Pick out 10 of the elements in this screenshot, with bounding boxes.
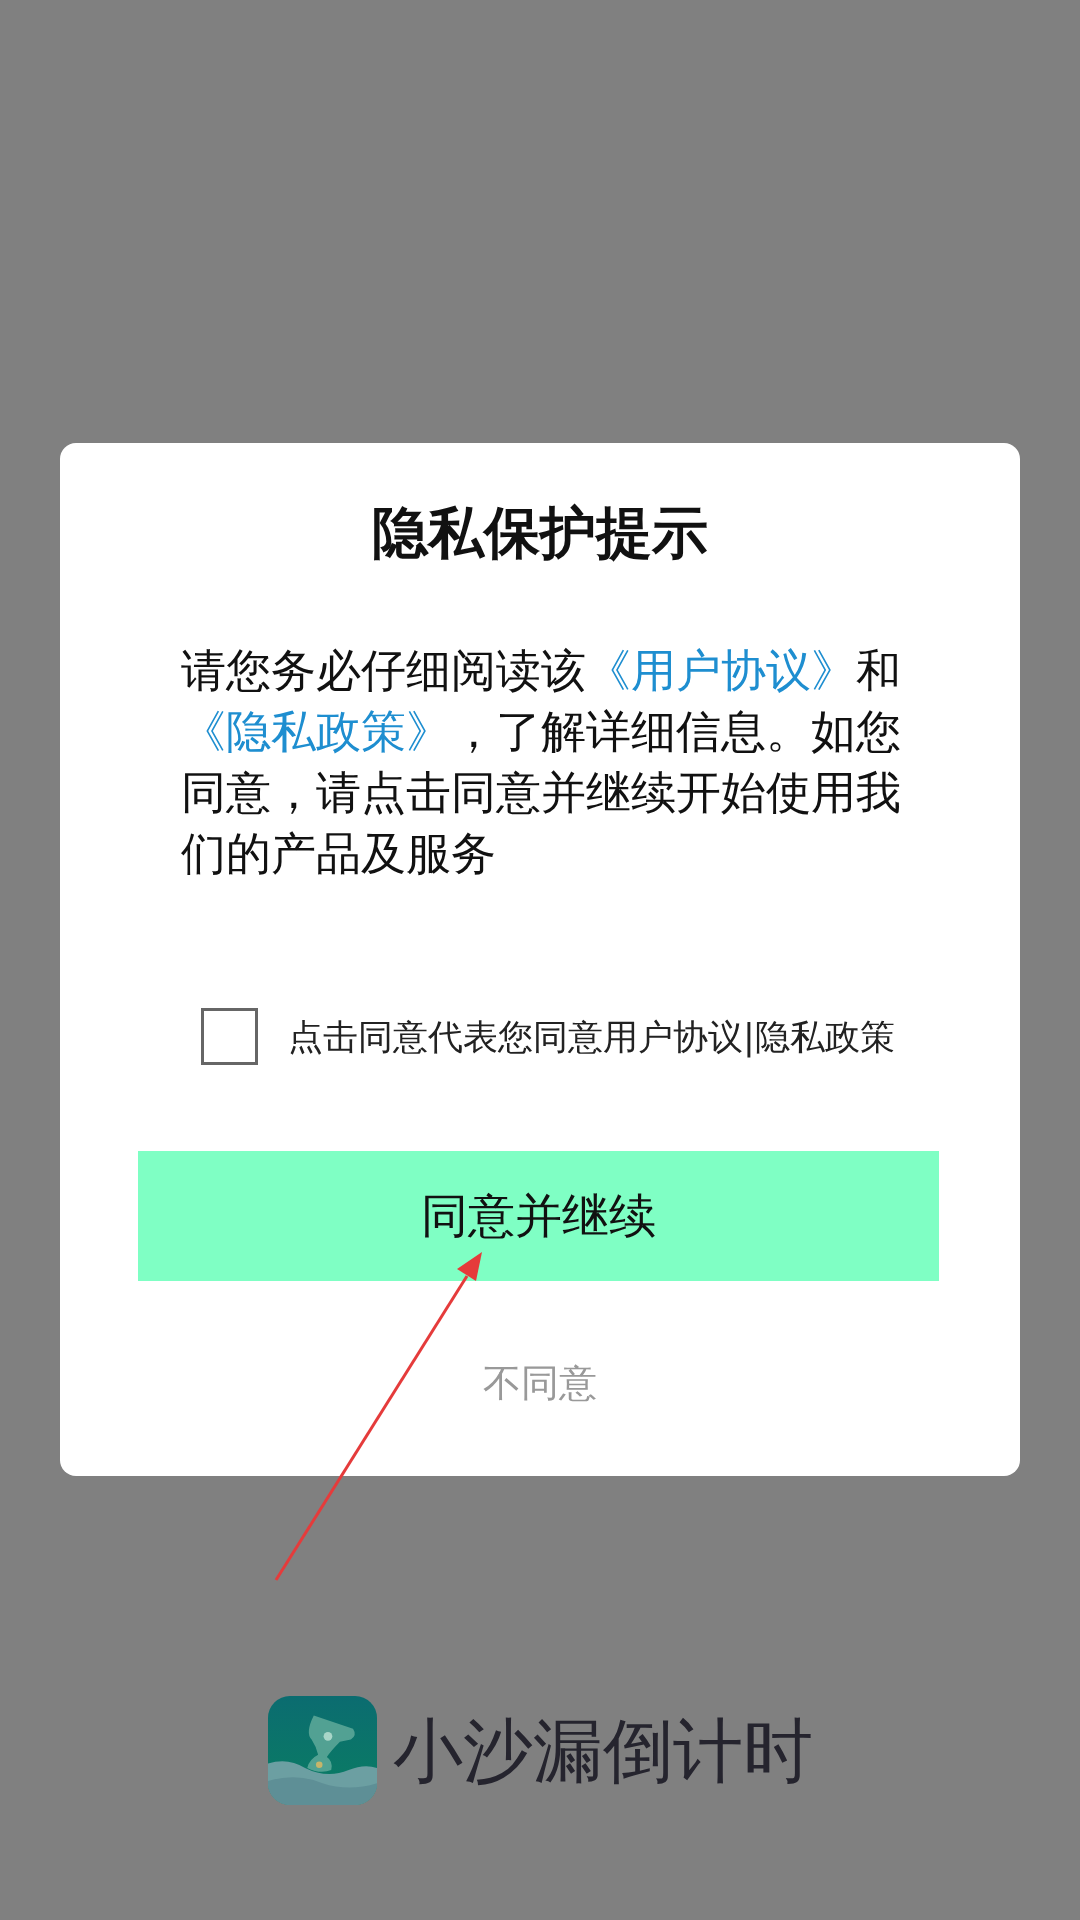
app-logo-icon: [267, 1696, 377, 1805]
privacy-notice-text: 请您务必仔细阅读该《用户协议》和 《隐私政策》，了解详细信息。如您同意，请点击同意并继续开始使用我们的产品及服务: [181, 643, 902, 882]
consent-label: 点击同意代表您同意用户协议|隐私政策: [288, 1015, 895, 1060]
app-name: 小沙漏倒计时: [392, 1708, 813, 1793]
disagree-button[interactable]: 不同意: [483, 1360, 597, 1406]
policy-link[interactable]: 《用户协议》: [586, 644, 856, 697]
consent-checkbox[interactable]: [201, 1008, 258, 1065]
dialog-title: 隐私保护提示: [372, 499, 708, 566]
agree-continue-button[interactable]: 同意并继续: [138, 1151, 939, 1281]
policy-link[interactable]: 《隐私政策》: [181, 705, 451, 758]
